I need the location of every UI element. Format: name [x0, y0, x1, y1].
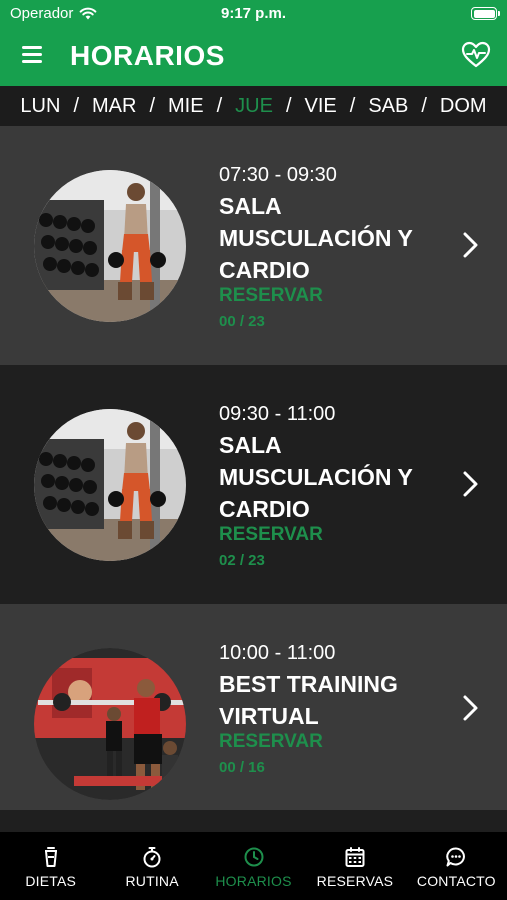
battery-icon — [471, 7, 500, 20]
spots-count: 00 / 23 — [219, 313, 265, 330]
day-sab[interactable]: SAB — [366, 95, 410, 118]
clock-icon — [244, 847, 264, 867]
stopwatch-icon — [143, 847, 161, 868]
spots-count: 02 / 23 — [219, 552, 265, 569]
hamburger-icon[interactable] — [22, 46, 48, 68]
day-separator: / — [349, 94, 356, 117]
tab-label: HORARIOS — [215, 873, 292, 889]
reserve-button[interactable]: RESERVAR — [219, 524, 323, 546]
cup-icon — [44, 847, 57, 867]
calendar-icon — [345, 847, 365, 867]
class-card[interactable] — [0, 810, 507, 832]
class-title: SALA MUSCULACIÓN Y CARDIO — [219, 432, 413, 522]
tab-horarios[interactable]: HORARIOS — [203, 832, 304, 900]
tab-label: RUTINA — [125, 873, 179, 889]
day-separator: / — [149, 94, 156, 117]
class-card[interactable]: 07:30 - 09:30 SALA MUSCULACIÓN Y CARDIO … — [0, 126, 507, 365]
class-time: 10:00 - 11:00 — [219, 642, 336, 664]
day-separator: / — [73, 94, 79, 117]
class-image — [34, 170, 186, 322]
spots-count: 00 / 16 — [219, 759, 265, 776]
class-time: 07:30 - 09:30 — [219, 164, 337, 186]
class-card[interactable]: 09:30 - 11:00 SALA MUSCULACIÓN Y CARDIO … — [0, 365, 507, 604]
class-card[interactable]: 10:00 - 11:00 BEST TRAINING VIRTUAL RESE… — [0, 604, 507, 810]
heart-pulse-icon[interactable] — [461, 40, 491, 70]
tab-label: RESERVAS — [316, 873, 394, 889]
chevron-right-icon[interactable] — [459, 230, 483, 260]
day-dom[interactable]: DOM — [438, 95, 489, 118]
chevron-right-icon[interactable] — [459, 469, 483, 499]
status-bar: Operador 9:17 p.m. — [0, 0, 507, 28]
chat-icon — [446, 847, 466, 867]
tab-dietas[interactable]: DIETAS — [0, 832, 101, 900]
day-vie[interactable]: VIE — [303, 95, 339, 118]
day-separator: / — [216, 94, 223, 117]
day-mar[interactable]: MAR — [90, 95, 138, 118]
day-jue[interactable]: JUE — [233, 95, 275, 118]
class-list: 07:30 - 09:30 SALA MUSCULACIÓN Y CARDIO … — [0, 126, 507, 832]
tab-bar: DIETAS RUTINA HORARIOS RESERVAS CONTACTO — [0, 832, 507, 900]
day-mie[interactable]: MIE — [166, 95, 206, 118]
class-time: 09:30 - 11:00 — [219, 403, 336, 425]
class-title: BEST TRAINING VIRTUAL — [219, 671, 398, 729]
day-separator: / — [285, 94, 292, 117]
chevron-right-icon[interactable] — [459, 693, 483, 723]
reserve-button[interactable]: RESERVAR — [219, 285, 323, 307]
tab-label: DIETAS — [25, 873, 77, 889]
page-title: HORARIOS — [70, 40, 225, 71]
tab-contacto[interactable]: CONTACTO — [406, 832, 507, 900]
day-separator: / — [421, 94, 427, 117]
class-image — [34, 648, 186, 800]
app-header: HORARIOS — [0, 28, 507, 86]
day-lun[interactable]: LUN — [18, 95, 62, 118]
day-selector: LUN / MAR / MIE / JUE / VIE / SAB / DOM — [0, 86, 507, 126]
tab-label: CONTACTO — [416, 873, 496, 889]
tab-rutina[interactable]: RUTINA — [101, 832, 202, 900]
class-title: SALA MUSCULACIÓN Y CARDIO — [219, 193, 413, 283]
tab-reservas[interactable]: RESERVAS — [304, 832, 405, 900]
status-time: 9:17 p.m. — [220, 5, 287, 22]
reserve-button[interactable]: RESERVAR — [219, 731, 323, 753]
class-image — [34, 409, 186, 561]
